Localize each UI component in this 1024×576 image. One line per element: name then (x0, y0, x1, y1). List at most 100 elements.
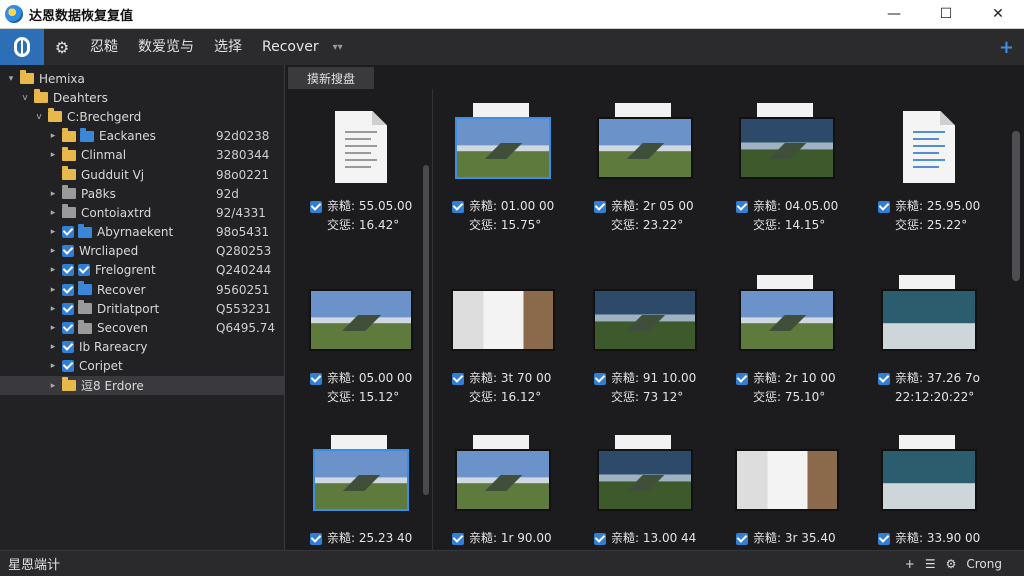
tree-checkbox[interactable] (78, 264, 90, 277)
expand-arrow-icon[interactable]: v (20, 93, 30, 103)
file-thumbnail[interactable] (306, 277, 416, 361)
file-checkbox[interactable] (736, 200, 748, 213)
tree-row[interactable]: ▾ Hemixa (0, 69, 284, 88)
expand-arrow-icon[interactable]: ▸ (48, 131, 58, 141)
maximize-button[interactable]: ☐ (920, 0, 972, 29)
expand-arrow-icon[interactable]: ▸ (48, 246, 58, 256)
list-view-icon[interactable]: ☰ (925, 557, 936, 571)
file-thumbnail[interactable] (874, 435, 984, 521)
more-menu-icon[interactable]: ▾▾ (333, 42, 343, 53)
close-button[interactable]: ✕ (972, 0, 1024, 29)
file-checkbox[interactable] (594, 372, 606, 385)
file-checkbox[interactable] (878, 200, 890, 213)
file-thumbnail[interactable] (732, 275, 842, 361)
expand-arrow-icon[interactable]: ▸ (48, 208, 58, 218)
tree-checkbox[interactable] (62, 341, 74, 354)
file-checkbox[interactable] (594, 532, 606, 545)
file-tile[interactable]: 亲糙: 55.05.00 交惩: 16.42° (296, 105, 426, 255)
file-date: 亲糙: 3t 70 00 (469, 371, 552, 385)
tree-row[interactable]: ▸ Wrcliaped Q280253 (0, 242, 284, 261)
file-checkbox[interactable] (310, 200, 322, 213)
home-button[interactable] (0, 29, 44, 65)
file-tile[interactable]: 亲糙: 37.26 7o 22:12:20:22° (864, 275, 994, 427)
expand-arrow-icon[interactable]: ▸ (48, 150, 58, 160)
file-checkbox[interactable] (452, 372, 464, 385)
tree-row[interactable]: ▸ Secoven Q6495.74 (0, 318, 284, 337)
file-thumbnail[interactable] (590, 435, 700, 521)
file-checkbox[interactable] (736, 532, 748, 545)
expand-arrow-icon[interactable]: ▸ (48, 361, 58, 371)
file-checkbox[interactable] (878, 372, 890, 385)
tree-checkbox[interactable] (62, 360, 74, 373)
scan-tool-icon[interactable]: ⚙ (44, 29, 80, 65)
tree-checkbox[interactable] (62, 226, 74, 239)
tree-row[interactable]: ▸ Ib Rareacry (0, 338, 284, 357)
tree-checkbox[interactable] (62, 283, 74, 296)
menu-item-0[interactable]: 忍糙 (80, 29, 128, 65)
expand-arrow-icon[interactable]: ▸ (48, 285, 58, 295)
file-checkbox[interactable] (736, 372, 748, 385)
status-plus-button[interactable]: + (905, 557, 915, 571)
tree-row[interactable]: ▸ Pa8ks 92d (0, 184, 284, 203)
file-checkbox[interactable] (452, 200, 464, 213)
file-checkbox[interactable] (310, 532, 322, 545)
right-scrollbar[interactable] (1012, 131, 1020, 281)
file-time: 交惩: 75.10° (753, 390, 826, 404)
file-checkbox[interactable] (878, 532, 890, 545)
file-thumbnail[interactable] (732, 437, 842, 521)
add-button[interactable]: + (999, 37, 1014, 58)
expand-arrow-icon[interactable]: ▸ (48, 342, 58, 352)
file-thumbnail[interactable] (590, 103, 700, 189)
file-tile[interactable]: 亲糙: 3t 70 00 交惩: 16.12° (438, 277, 568, 427)
file-checkbox[interactable] (452, 532, 464, 545)
file-thumbnail[interactable] (306, 435, 416, 521)
tree-row[interactable]: Gudduit Vj 98o0221 (0, 165, 284, 184)
file-thumbnail[interactable] (448, 435, 558, 521)
tree-row[interactable]: ▸ Frelogrent Q240244 (0, 261, 284, 280)
file-tile[interactable]: 亲糙: 25.95.00 交惩: 25.22° (864, 105, 994, 255)
file-tile[interactable]: 亲糙: 2r 05 00 交惩: 23.22° (580, 103, 710, 255)
tree-row[interactable]: ▸ Dritlatport Q553231 (0, 299, 284, 318)
file-thumbnail[interactable] (874, 275, 984, 361)
file-tile[interactable]: 亲糙: 01.00 00 交惩: 15.75° (438, 103, 568, 255)
file-thumbnail[interactable] (448, 103, 558, 189)
menu-item-recover[interactable]: Recover (252, 29, 329, 65)
tree-row[interactable]: ▸ Recover 9560251 (0, 280, 284, 299)
file-checkbox[interactable] (594, 200, 606, 213)
file-tile[interactable]: 亲糙: 05.00 00 交惩: 15.12° (296, 277, 426, 427)
file-thumbnail[interactable] (448, 277, 558, 361)
minimize-button[interactable]: — (868, 0, 920, 29)
tab-results[interactable]: 摸新搜盘 (288, 67, 374, 89)
expand-arrow-icon[interactable]: v (34, 112, 44, 122)
tree-checkbox[interactable] (62, 322, 74, 335)
file-checkbox[interactable] (310, 372, 322, 385)
tree-checkbox[interactable] (62, 264, 74, 277)
file-time: 交惩: 23.22° (611, 218, 684, 232)
tree-checkbox[interactable] (62, 302, 74, 315)
tree-row[interactable]: ▸ Abyrnaekent 98o5431 (0, 223, 284, 242)
tree-row[interactable]: ▸ Clinmal 3280344 (0, 146, 284, 165)
expand-arrow-icon[interactable]: ▸ (48, 323, 58, 333)
file-thumbnail[interactable] (732, 103, 842, 189)
tree-row[interactable]: ▸ Eackanes 92d0238 (0, 127, 284, 146)
file-tile[interactable]: 亲糙: 91 10.00 交惩: 73 12° (580, 277, 710, 427)
file-tile[interactable]: 亲糙: 2r 10 00 交惩: 75.10° (722, 275, 852, 427)
menu-item-2[interactable]: 选择 (204, 29, 252, 65)
tree-checkbox[interactable] (62, 245, 74, 258)
tree-row[interactable]: v Deahters (0, 88, 284, 107)
expand-arrow-icon[interactable]: ▸ (48, 189, 58, 199)
expand-arrow-icon[interactable]: ▾ (6, 74, 16, 84)
tree-row[interactable]: ▸ 逗8 Erdore (0, 376, 284, 396)
expand-arrow-icon[interactable]: ▸ (48, 304, 58, 314)
menu-item-1[interactable]: 数爱览与 (128, 29, 204, 65)
expand-arrow-icon[interactable]: ▸ (48, 227, 58, 237)
tree-row[interactable]: ▸ Coripet (0, 357, 284, 376)
tree-row[interactable]: v C:Brechgerd (0, 107, 284, 126)
file-thumbnail[interactable] (874, 105, 984, 189)
expand-arrow-icon[interactable]: ▸ (48, 381, 58, 391)
file-thumbnail[interactable] (590, 277, 700, 361)
tree-row[interactable]: ▸ Contoiaxtrd 92/4331 (0, 203, 284, 222)
file-tile[interactable]: 亲糙: 04.05.00 交惩: 14.15° (722, 103, 852, 255)
file-thumbnail[interactable] (306, 105, 416, 189)
expand-arrow-icon[interactable]: ▸ (48, 265, 58, 275)
